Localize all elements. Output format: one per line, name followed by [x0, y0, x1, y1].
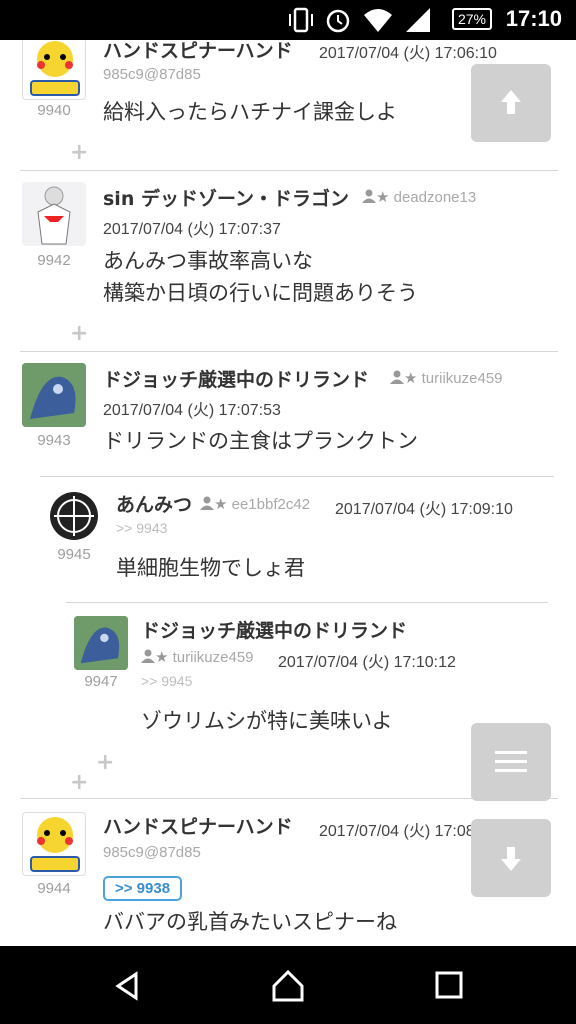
post-date: 2017/07/04 (火) 17:07:53: [103, 402, 281, 419]
expand-button[interactable]: +: [70, 770, 88, 795]
poster-trip: ★ turiikuze459: [390, 369, 503, 387]
poster-name[interactable]: sin デッドゾーン・ドラゴン: [103, 184, 349, 211]
navigation-bar: [0, 946, 576, 1024]
back-icon[interactable]: [112, 970, 144, 1002]
divider: [20, 170, 558, 171]
alarm-icon: [326, 9, 350, 33]
expand-button[interactable]: +: [96, 750, 114, 775]
wifi-icon: [364, 9, 392, 32]
star-icon: ★: [376, 189, 390, 206]
post-number: 9942: [37, 252, 71, 269]
reply-link[interactable]: >> 9943: [116, 520, 167, 536]
post-body: 単細胞生物でしょ君: [116, 556, 305, 580]
avatar[interactable]: [74, 616, 128, 670]
post-body: ドリランドの主食はプランクトン: [103, 429, 418, 453]
poster-id: 985c9@87d85: [103, 66, 201, 83]
post-body: 構築か日頃の行いに問題ありそう: [103, 281, 418, 305]
post-date: 2017/07/04 (火) 17:07:37: [103, 221, 281, 238]
poster-trip: ★ ee1bbf2c42: [200, 495, 310, 513]
battery-icon: 27%: [452, 8, 492, 30]
user-icon: [141, 649, 155, 663]
divider: [40, 476, 554, 477]
scroll-down-button[interactable]: [471, 819, 551, 897]
poster-name[interactable]: ドジョッチ厳選中のドリランド: [103, 365, 369, 392]
user-icon: [200, 496, 214, 510]
avatar[interactable]: [22, 182, 86, 246]
star-icon: ★: [404, 370, 418, 387]
poster-trip: ★ deadzone13: [362, 188, 476, 206]
scroll-down-icon: [501, 847, 521, 871]
post-date: 2017/07/04 (火) 17:06:10: [319, 45, 497, 62]
post-body: 給料入ったらハチナイ課金しよ: [103, 100, 397, 124]
signal-icon: [406, 8, 430, 32]
divider: [66, 602, 548, 603]
star-icon: ★: [155, 649, 169, 666]
post-body: あんみつ事故率高いな: [103, 249, 313, 273]
reply-badge[interactable]: >> 9938: [103, 876, 183, 901]
poster-trip: ★ turiikuze459: [141, 648, 254, 666]
post-number: 9940: [37, 102, 71, 119]
post-number: 9947: [84, 673, 118, 690]
recents-icon[interactable]: [434, 970, 464, 1000]
clock: 17:10: [505, 6, 562, 31]
poster-name[interactable]: ドジョッチ厳選中のドリランド: [141, 616, 407, 643]
vibrate-icon: [289, 7, 313, 33]
avatar[interactable]: [22, 363, 86, 427]
thread-content[interactable]: 9940 ハンドスピナーハンド 2017/07/04 (火) 17:06:10 …: [0, 40, 576, 946]
post-number: 9943: [37, 432, 71, 449]
avatar[interactable]: [22, 40, 86, 100]
star-icon: ★: [214, 496, 228, 513]
post-body: ゾウリムシが特に美味いよ: [141, 709, 393, 733]
post-date: 2017/07/04 (火) 17:10:12: [278, 654, 456, 671]
user-icon: [390, 370, 404, 384]
post-number: 9945: [57, 546, 91, 563]
expand-button[interactable]: +: [70, 321, 88, 346]
post-body: ババアの乳首みたいスピナーね: [103, 910, 397, 934]
scroll-up-button[interactable]: [471, 64, 551, 142]
scroll-up-icon: [501, 90, 521, 114]
trip-code: turiikuze459: [172, 649, 254, 666]
divider: [20, 351, 558, 352]
reply-link[interactable]: >> 9945: [141, 673, 192, 689]
status-bar: 27% 17:10: [0, 0, 576, 40]
trip-code: deadzone13: [393, 189, 477, 206]
poster-name[interactable]: ハンドスピナーハンド: [103, 812, 293, 839]
trip-code: turiikuze459: [421, 370, 503, 387]
expand-button[interactable]: +: [70, 140, 88, 165]
user-icon: [362, 189, 376, 203]
post-number: 9944: [37, 880, 71, 897]
trip-code: ee1bbf2c42: [231, 496, 311, 513]
post-date: 2017/07/04 (火) 17:09:10: [335, 501, 513, 518]
home-icon[interactable]: [270, 968, 306, 1004]
avatar[interactable]: [48, 490, 100, 542]
poster-id: 985c9@87d85: [103, 844, 201, 861]
avatar[interactable]: [22, 812, 86, 876]
poster-name[interactable]: ハンドスピナーハンド: [103, 40, 293, 63]
menu-icon: [495, 751, 527, 772]
poster-name[interactable]: あんみつ: [116, 490, 192, 517]
menu-button[interactable]: [471, 723, 551, 801]
